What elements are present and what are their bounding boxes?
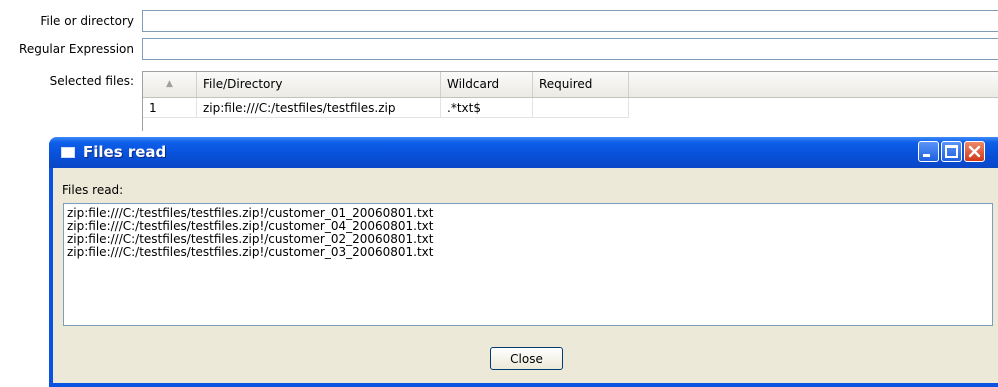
maximize-icon <box>945 145 958 158</box>
column-header-required[interactable]: Required <box>533 72 629 97</box>
selected-files-table[interactable]: ▲ File/Directory Wildcard Required 1 zip… <box>142 71 998 131</box>
window-icon <box>61 147 75 158</box>
close-icon <box>968 145 981 158</box>
file-or-directory-input[interactable] <box>142 10 998 32</box>
cell-wildcard[interactable]: .*txt$ <box>441 98 533 118</box>
files-read-label: Files read: <box>62 183 124 197</box>
regular-expression-input[interactable] <box>142 38 998 60</box>
files-read-dialog: Files read Files read: zip:file:///C:/te… <box>49 137 998 387</box>
minimize-button[interactable] <box>918 141 939 162</box>
selected-files-label: Selected files: <box>49 74 134 88</box>
close-button[interactable]: Close <box>490 347 563 370</box>
files-read-list[interactable]: zip:file:///C:/testfiles/testfiles.zip!/… <box>63 203 993 326</box>
dialog-title: Files read <box>83 143 167 161</box>
dialog-content: Files read: zip:file:///C:/testfiles/tes… <box>53 168 998 383</box>
maximize-button[interactable] <box>941 141 962 162</box>
cell-file-directory[interactable]: zip:file:///C:/testfiles/testfiles.zip <box>197 98 441 118</box>
column-header-wildcard[interactable]: Wildcard <box>441 72 533 97</box>
table-header: ▲ File/Directory Wildcard Required <box>143 72 998 98</box>
sort-column-header[interactable]: ▲ <box>143 72 197 97</box>
file-or-directory-label: File or directory <box>40 14 134 28</box>
cell-required[interactable] <box>533 98 629 118</box>
row-number: 1 <box>143 98 197 118</box>
regular-expression-label: Regular Expression <box>19 42 134 56</box>
minimize-icon <box>923 154 930 157</box>
close-window-button[interactable] <box>964 141 985 162</box>
list-item: zip:file:///C:/testfiles/testfiles.zip!/… <box>67 245 434 259</box>
dialog-titlebar[interactable]: Files read <box>49 137 998 168</box>
column-header-file-directory[interactable]: File/Directory <box>197 72 441 97</box>
